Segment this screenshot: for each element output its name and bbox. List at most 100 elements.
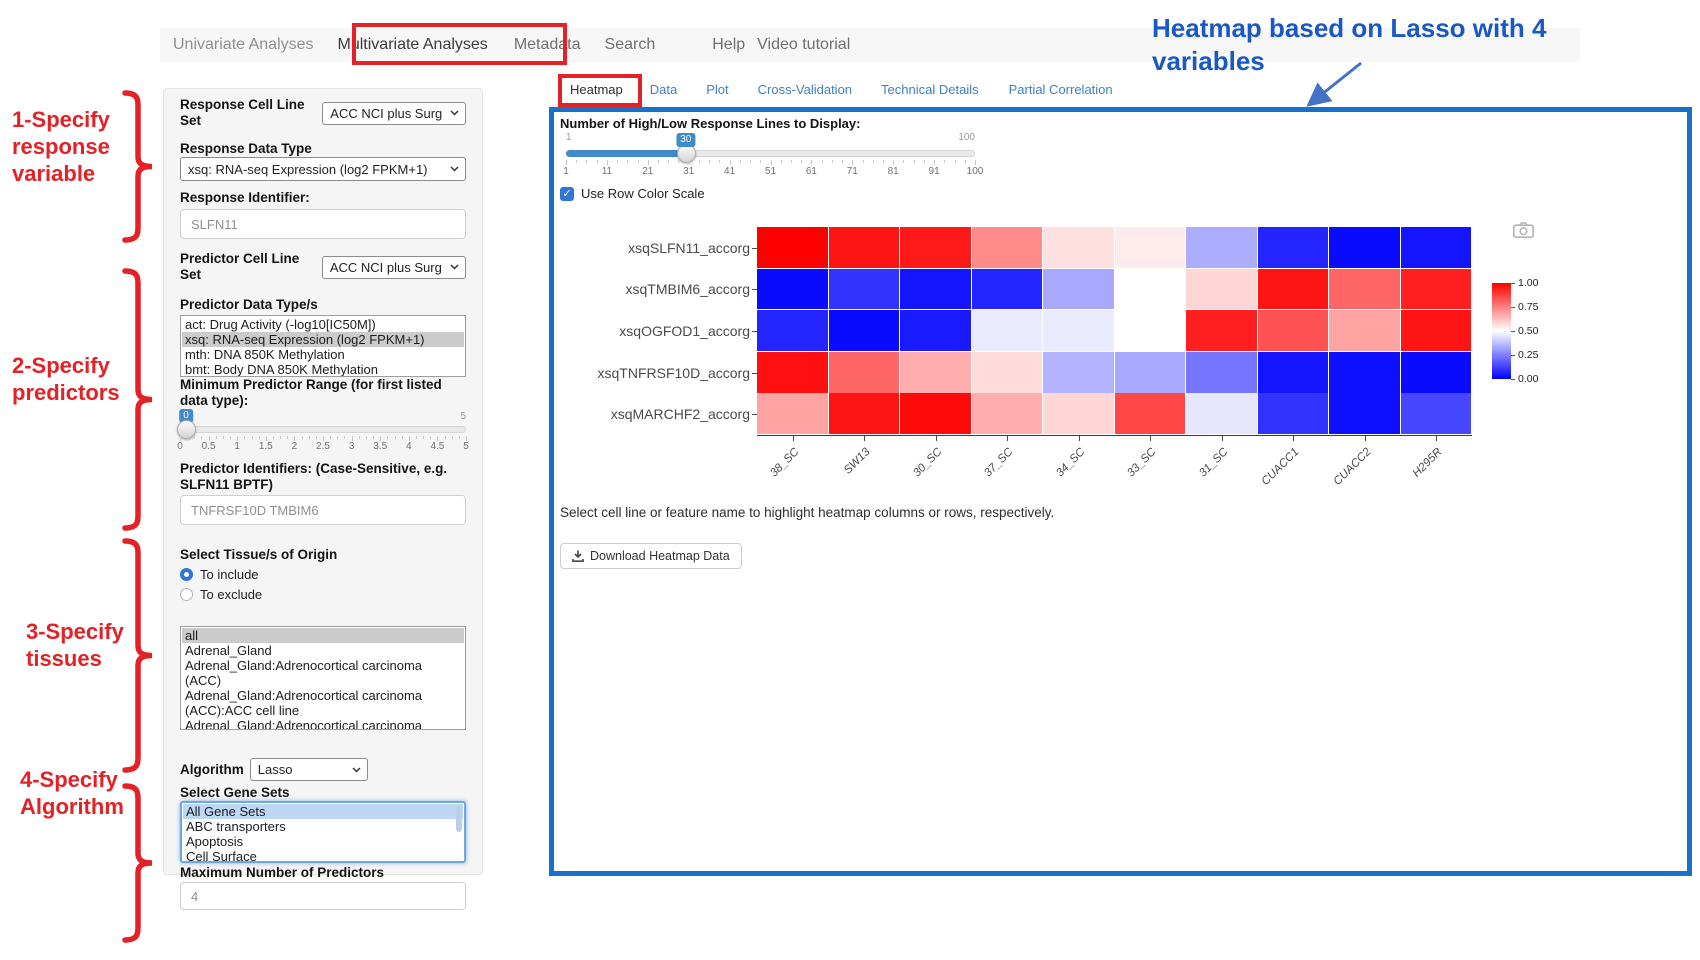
tissue-option-all[interactable]: all: [182, 628, 464, 643]
heatmap-column-label[interactable]: 31_SC: [1151, 446, 1230, 525]
gene-set-option-apoptosis[interactable]: Apoptosis: [183, 834, 463, 849]
tissue-option-adrenal-gland-adrenocortical-c[interactable]: Adrenal_Gland:Adrenocortical carcinoma (…: [182, 718, 464, 730]
heatmap-cell[interactable]: [829, 227, 900, 268]
tab-cross-validation[interactable]: Cross-Validation: [758, 82, 852, 97]
heatmap-cell[interactable]: [757, 269, 828, 310]
heatmap-cell[interactable]: [900, 393, 971, 434]
heatmap-cell[interactable]: [1329, 227, 1400, 268]
heatmap-cell[interactable]: [900, 310, 971, 351]
tab-plot[interactable]: Plot: [706, 82, 728, 97]
heatmap-row-label[interactable]: xsqTNFRSF10D_accorg: [580, 365, 750, 381]
heatmap-cell[interactable]: [1043, 310, 1114, 351]
heatmap-column-label[interactable]: H295R: [1366, 446, 1445, 525]
tab-partial-correlation[interactable]: Partial Correlation: [1009, 82, 1113, 97]
heatmap-cell[interactable]: [1329, 310, 1400, 351]
gene-set-option-all-gene-sets[interactable]: All Gene Sets: [183, 804, 463, 819]
tab-data[interactable]: Data: [650, 82, 677, 97]
gene-set-option-cell-surface[interactable]: Cell Surface: [183, 849, 463, 863]
heatmap-cell[interactable]: [1258, 310, 1329, 351]
heatmap-cell[interactable]: [900, 352, 971, 393]
heatmap-row-label[interactable]: xsqOGFOD1_accorg: [580, 323, 750, 339]
heatmap-cell[interactable]: [972, 310, 1043, 351]
response-identifier-input[interactable]: [180, 209, 466, 239]
nav-item-help[interactable]: Help: [712, 36, 745, 54]
camera-icon[interactable]: [1513, 222, 1534, 238]
heatmap-cell[interactable]: [1115, 227, 1186, 268]
heatmap-cell[interactable]: [1115, 310, 1186, 351]
scrollbar-thumb[interactable]: [456, 806, 462, 832]
heatmap-cell[interactable]: [972, 269, 1043, 310]
heatmap-row-label[interactable]: xsqTMBIM6_accorg: [580, 281, 750, 297]
heatmap-row-label[interactable]: xsqSLFN11_accorg: [580, 240, 750, 256]
heatmap-cell[interactable]: [1329, 393, 1400, 434]
heatmap-cell[interactable]: [829, 310, 900, 351]
nav-item-search[interactable]: Search: [605, 36, 656, 54]
heatmap-cell[interactable]: [1043, 352, 1114, 393]
heatmap-cell[interactable]: [829, 393, 900, 434]
algorithm-select[interactable]: Lasso: [250, 758, 368, 781]
predictor-data-type-option-mth-dna-850k-methylation[interactable]: mth: DNA 850K Methylation: [182, 347, 464, 362]
predictor-data-type-option-xsq-rna-seq-expression-log2-fp[interactable]: xsq: RNA-seq Expression (log2 FPKM+1): [182, 332, 464, 347]
gene-set-option-abc-transporters[interactable]: ABC transporters: [183, 819, 463, 834]
heatmap-cell[interactable]: [1401, 310, 1472, 351]
radio-to-exclude[interactable]: To exclude: [180, 586, 466, 603]
heatmap-cell[interactable]: [1329, 352, 1400, 393]
heatmap-column-label[interactable]: 33_SC: [1080, 446, 1159, 525]
heatmap-cell[interactable]: [972, 227, 1043, 268]
heatmap-cell[interactable]: [1401, 393, 1472, 434]
nav-item-video-tutorial[interactable]: Video tutorial: [757, 36, 850, 54]
tissue-option-adrenal-gland-adrenocortical-c[interactable]: Adrenal_Gland:Adrenocortical carcinoma (…: [182, 658, 464, 688]
heatmap-cell[interactable]: [829, 269, 900, 310]
heatmap-cell[interactable]: [1258, 227, 1329, 268]
predictor-data-types-listbox[interactable]: act: Drug Activity (-log10[IC50M])xsq: R…: [180, 315, 466, 377]
heatmap-cell[interactable]: [1258, 393, 1329, 434]
heatmap-cell[interactable]: [1401, 227, 1472, 268]
max-predictors-input[interactable]: [180, 882, 466, 910]
heatmap-cell[interactable]: [1115, 269, 1186, 310]
response-cell-line-set-select[interactable]: ACC NCI plus Surgical: [322, 102, 466, 125]
heatmap-column-label[interactable]: CUACC2: [1294, 446, 1373, 525]
heatmap-row-label[interactable]: xsqMARCHF2_accorg: [580, 406, 750, 422]
heatmap-cell[interactable]: [1186, 269, 1257, 310]
heatmap-cell[interactable]: [1043, 269, 1114, 310]
heatmap-cell[interactable]: [1329, 269, 1400, 310]
predictor-data-type-option-act-drug-activity-log10-ic50m[interactable]: act: Drug Activity (-log10[IC50M]): [182, 317, 464, 332]
heatmap-cell[interactable]: [1258, 269, 1329, 310]
response-data-type-select[interactable]: xsq: RNA-seq Expression (log2 FPKM+1): [180, 157, 466, 181]
download-heatmap-data-button[interactable]: Download Heatmap Data: [560, 543, 742, 569]
heatmap-cell[interactable]: [757, 352, 828, 393]
slider-track[interactable]: [180, 426, 466, 433]
heatmap-cell[interactable]: [1186, 227, 1257, 268]
heatmap-cell[interactable]: [900, 269, 971, 310]
heatmap-cell[interactable]: [972, 393, 1043, 434]
predictor-cell-line-set-select[interactable]: ACC NCI plus Surgical: [322, 256, 466, 279]
heatmap-x-tick: [1007, 436, 1008, 441]
heatmap-column-label[interactable]: CUACC1: [1223, 446, 1302, 525]
heatmap-cell[interactable]: [972, 352, 1043, 393]
heatmap-cell[interactable]: [1115, 393, 1186, 434]
heatmap-cell[interactable]: [757, 393, 828, 434]
tab-technical-details[interactable]: Technical Details: [881, 82, 979, 97]
tissue-option-adrenal-gland[interactable]: Adrenal_Gland: [182, 643, 464, 658]
tissue-option-adrenal-gland-adrenocortical-c[interactable]: Adrenal_Gland:Adrenocortical carcinoma (…: [182, 688, 464, 718]
predictor-identifiers-input[interactable]: [180, 495, 466, 525]
nav-item-univariate-analyses[interactable]: Univariate Analyses: [173, 36, 314, 54]
heatmap-cell[interactable]: [1043, 393, 1114, 434]
heatmap-cell[interactable]: [829, 352, 900, 393]
heatmap-cell[interactable]: [1258, 352, 1329, 393]
heatmap-cell[interactable]: [1186, 352, 1257, 393]
predictor-data-type-option-bmt-body-dna-850k-methylation[interactable]: bmt: Body DNA 850K Methylation: [182, 362, 464, 377]
radio-to-include[interactable]: To include: [180, 566, 466, 583]
heatmap-cell[interactable]: [1043, 227, 1114, 268]
tissues-listbox[interactable]: allAdrenal_GlandAdrenal_Gland:Adrenocort…: [180, 626, 466, 730]
heatmap-cell[interactable]: [1401, 352, 1472, 393]
heatmap-cell[interactable]: [757, 227, 828, 268]
gene-sets-listbox[interactable]: All Gene SetsABC transportersApoptosisCe…: [180, 801, 466, 863]
heatmap-cell[interactable]: [1401, 269, 1472, 310]
heatmap-cell[interactable]: [900, 227, 971, 268]
heatmap-cell[interactable]: [757, 310, 828, 351]
row-color-scale-checkbox[interactable]: ✓ Use Row Color Scale: [560, 186, 705, 201]
heatmap-cell[interactable]: [1115, 352, 1186, 393]
heatmap-cell[interactable]: [1186, 310, 1257, 351]
heatmap-cell[interactable]: [1186, 393, 1257, 434]
